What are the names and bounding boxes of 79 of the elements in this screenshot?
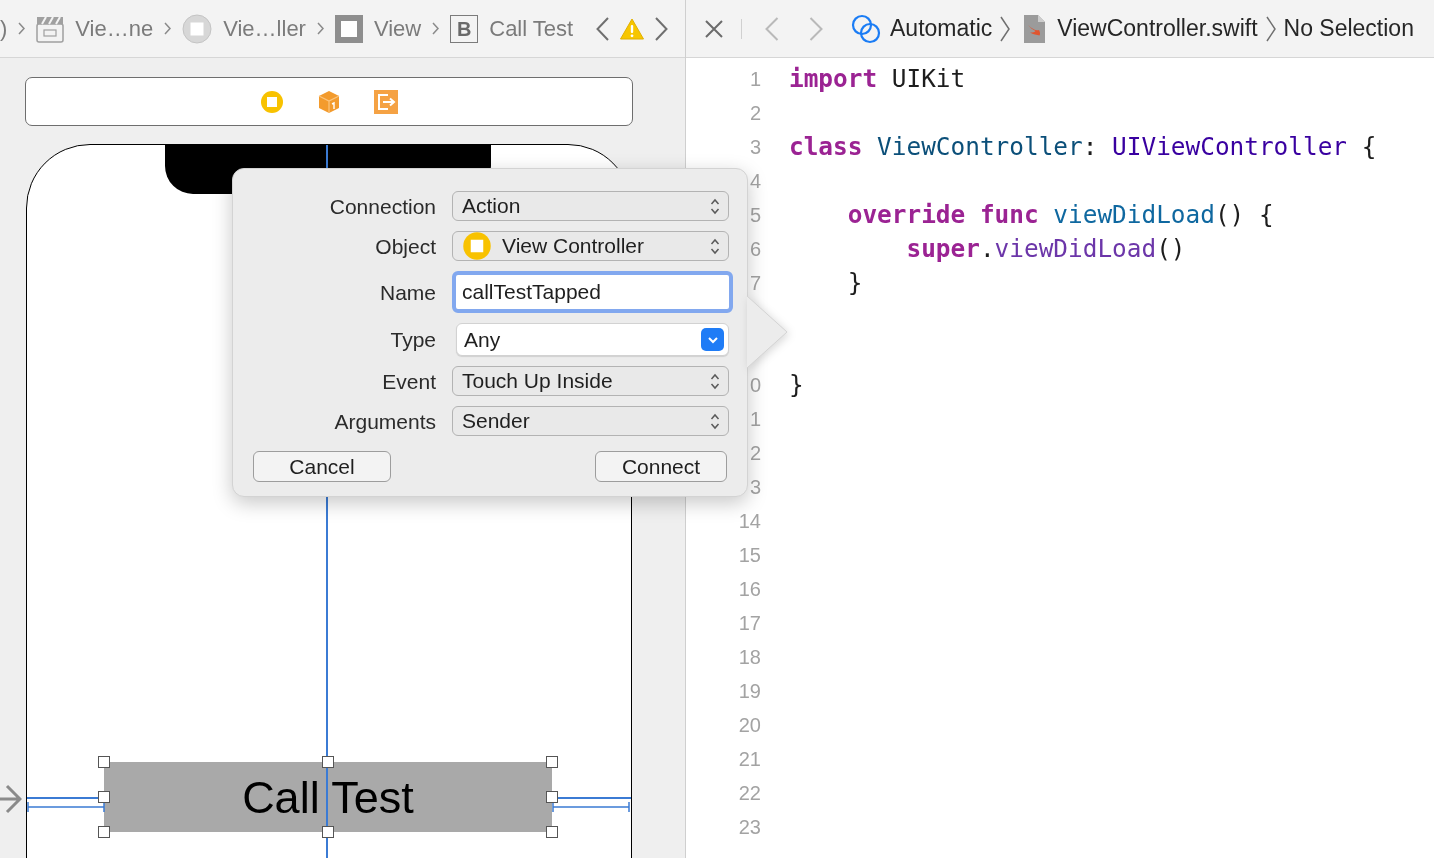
field-label: Connection (329, 195, 436, 217)
chevron-right-icon (18, 22, 26, 35)
field-label: Event (382, 370, 436, 392)
line-number: 18 (738, 647, 761, 667)
chevron-down-icon[interactable] (701, 328, 724, 351)
up-down-chevron-icon (710, 197, 720, 215)
line-number: 2 (749, 103, 761, 123)
breadcrumb-item[interactable]: View (373, 17, 422, 40)
line-number: 1 (749, 69, 761, 89)
line-number: 0 (749, 375, 761, 395)
close-icon[interactable] (704, 18, 724, 39)
popup-button[interactable]: View Controller (452, 231, 729, 261)
line-number: 15 (738, 545, 761, 565)
chevron-right-icon[interactable] (655, 16, 669, 41)
line-number: 17 (738, 613, 761, 633)
breadcrumb-item[interactable]: Vie…ller (223, 17, 306, 40)
popup-button[interactable]: Touch Up Inside (452, 366, 729, 396)
resize-handle[interactable] (322, 756, 334, 768)
line-number: 22 (738, 783, 761, 803)
clapperboard-icon (36, 14, 65, 43)
code-line: } (847, 270, 863, 296)
field-label: Type (390, 329, 436, 350)
related-items-menu[interactable]: Automatic (890, 17, 993, 40)
code-line: super.viewDidLoad() (906, 236, 1186, 262)
view-controller-icon (462, 231, 492, 261)
resize-handle[interactable] (98, 826, 110, 838)
code-line: } (789, 372, 804, 398)
code-line: override func viewDidLoad() { (847, 202, 1274, 228)
resize-handle[interactable] (98, 791, 110, 803)
square-icon (334, 14, 363, 43)
line-number: 3 (749, 137, 761, 157)
line-number: 1 (749, 409, 761, 429)
selection-menu[interactable]: No Selection (1283, 17, 1414, 40)
type-badge: B (450, 14, 479, 43)
code-line: class ViewController: UIViewController { (789, 134, 1377, 160)
chevron-right-icon (432, 22, 440, 35)
resize-handle[interactable] (546, 826, 558, 838)
dialog-button[interactable]: Cancel (253, 451, 391, 482)
line-number: 3 (749, 477, 761, 497)
linked-circles-icon[interactable] (851, 13, 881, 44)
chevron-right-icon (1265, 15, 1276, 42)
line-number: 4 (749, 171, 761, 191)
line-number: 14 (738, 511, 761, 531)
resize-handle[interactable] (98, 756, 110, 768)
line-number: 6 (749, 239, 761, 259)
popup-button[interactable]: Sender (452, 406, 729, 436)
chevron-left-icon[interactable] (596, 16, 610, 41)
popup-button[interactable]: Action (452, 191, 729, 221)
line-number: 5 (749, 205, 761, 225)
resize-handle[interactable] (322, 826, 334, 838)
up-down-chevron-icon (710, 412, 720, 430)
type-combo-box[interactable]: Any (456, 323, 729, 356)
view-controller-icon (260, 89, 284, 114)
breadcrumb-item[interactable]: Vie…ne (75, 17, 154, 40)
resize-handle[interactable] (546, 791, 558, 803)
up-down-chevron-icon (710, 372, 720, 390)
chevron-right-icon (1000, 15, 1011, 42)
line-number: 7 (749, 273, 761, 293)
swift-file-icon (1022, 13, 1047, 44)
up-down-chevron-icon (710, 237, 720, 255)
code-line: import UIKit (789, 66, 966, 92)
line-number: 21 (738, 749, 761, 769)
line-number: 16 (738, 579, 761, 599)
dialog-button[interactable]: Connect (595, 451, 727, 482)
file-name[interactable]: ViewController.swift (1057, 17, 1258, 40)
breadcrumb-item[interactable]: ) (0, 17, 8, 40)
line-number: 23 (738, 817, 761, 837)
resize-handle[interactable] (546, 756, 558, 768)
chevron-right-icon (164, 22, 172, 35)
line-number: 19 (738, 681, 761, 701)
field-label: Arguments (334, 410, 436, 432)
storyboard-button[interactable]: Call Test (104, 762, 552, 832)
breadcrumb-item[interactable]: Call Test (489, 17, 574, 40)
field-label: Name (379, 281, 436, 303)
field-label: Object (375, 235, 436, 257)
line-number: 20 (738, 715, 761, 735)
name-field[interactable]: callTestTapped (452, 271, 733, 313)
chevron-right-icon (316, 22, 324, 35)
line-number: 2 (749, 443, 761, 463)
